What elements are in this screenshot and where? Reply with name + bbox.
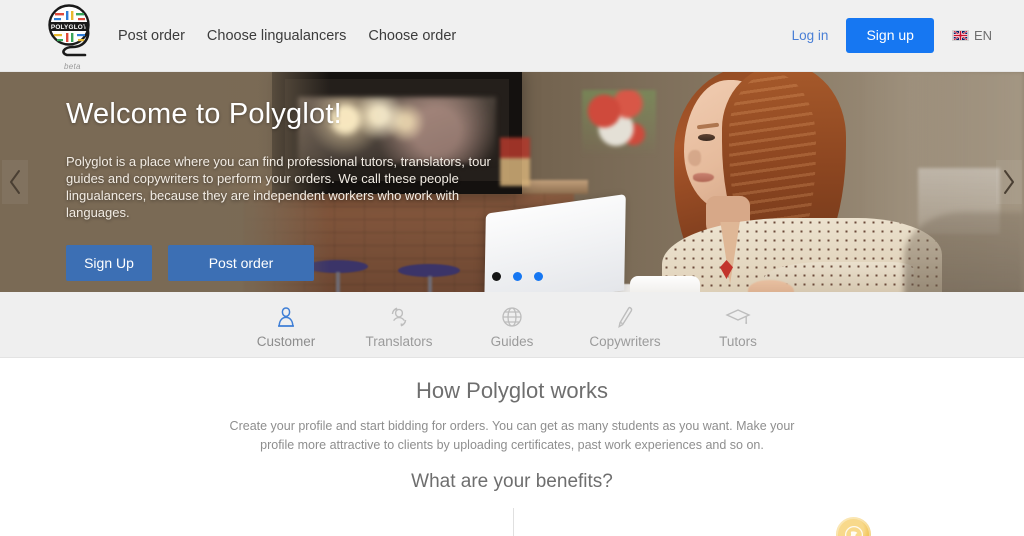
benefits-subheading: What are your benefits?: [411, 471, 613, 492]
login-link[interactable]: Log in: [792, 28, 829, 43]
how-it-works-heading: How Polyglot works: [416, 378, 608, 403]
benefits-column-divider: [513, 508, 514, 536]
main-nav-links: Post order Choose lingualancers Choose o…: [118, 27, 456, 45]
role-tab-label: Tutors: [719, 333, 757, 349]
nav-item-choose-lingualancers[interactable]: Choose lingualancers: [207, 28, 346, 44]
hero-subtitle: Polyglot is a place where you can find p…: [66, 154, 491, 220]
role-tab-guides[interactable]: Guides: [456, 301, 569, 349]
role-tab-label: Customer: [256, 333, 316, 349]
role-tab-bar: Customer Translators Guides Copywriters …: [0, 292, 1024, 358]
polyglot-globe-logo-icon: POLYGLOT: [40, 3, 102, 61]
role-tab-customer[interactable]: Customer: [230, 301, 343, 349]
carousel-prev-button[interactable]: [2, 160, 28, 204]
carousel-dot-1[interactable]: [492, 272, 501, 281]
nav-right-group: Log in Sign up EN: [792, 18, 1004, 53]
hero-post-order-button[interactable]: Post order: [168, 245, 314, 281]
benefits-section: [0, 501, 1024, 536]
role-tab-label: Guides: [490, 333, 534, 349]
carousel-dots: [492, 272, 543, 281]
hero-title: Welcome to Polyglot!: [66, 98, 342, 130]
nav-item-post-order[interactable]: Post order: [118, 28, 185, 44]
carousel-next-button[interactable]: [996, 160, 1022, 204]
nav-item-choose-order[interactable]: Choose order: [368, 28, 456, 44]
how-it-works-section: How Polyglot works Create your profile a…: [0, 358, 1024, 493]
language-code: EN: [973, 28, 992, 43]
carousel-dot-2[interactable]: [513, 272, 522, 281]
translate-swap-icon: [343, 305, 456, 329]
beta-tag: beta: [63, 61, 81, 71]
top-navigation-bar: POLYGLOT beta Post order Choose linguala…: [0, 0, 1024, 72]
role-tab-label: Copywriters: [589, 333, 661, 349]
svg-text:POLYGLOT: POLYGLOT: [51, 24, 87, 31]
person-outline-icon: [230, 305, 343, 329]
hero-carousel: Welcome to Polyglot! Polyglot is a place…: [0, 72, 1024, 292]
logo[interactable]: POLYGLOT beta: [40, 3, 102, 71]
chevron-right-icon: [1002, 169, 1016, 195]
hero-actions: Sign Up Post order: [66, 245, 526, 281]
chevron-left-icon: [8, 169, 22, 195]
graduation-cap-icon: [682, 305, 795, 329]
hero-signup-button[interactable]: Sign Up: [66, 245, 152, 281]
role-tab-tutors[interactable]: Tutors: [682, 301, 795, 349]
globe-icon: [456, 305, 569, 329]
gold-coin-icon: [836, 517, 871, 536]
role-tab-translators[interactable]: Translators: [343, 301, 456, 349]
how-it-works-body: Create your profile and start bidding fo…: [229, 419, 795, 452]
signup-button[interactable]: Sign up: [846, 18, 934, 53]
language-selector[interactable]: EN: [951, 28, 992, 43]
hero-copy: Welcome to Polyglot! Polyglot is a place…: [66, 98, 526, 281]
role-tab-label: Translators: [365, 333, 433, 349]
role-tab-copywriters[interactable]: Copywriters: [569, 301, 682, 349]
uk-flag-icon: [951, 30, 969, 41]
carousel-dot-3[interactable]: [534, 272, 543, 281]
pen-nib-icon: [569, 305, 682, 329]
